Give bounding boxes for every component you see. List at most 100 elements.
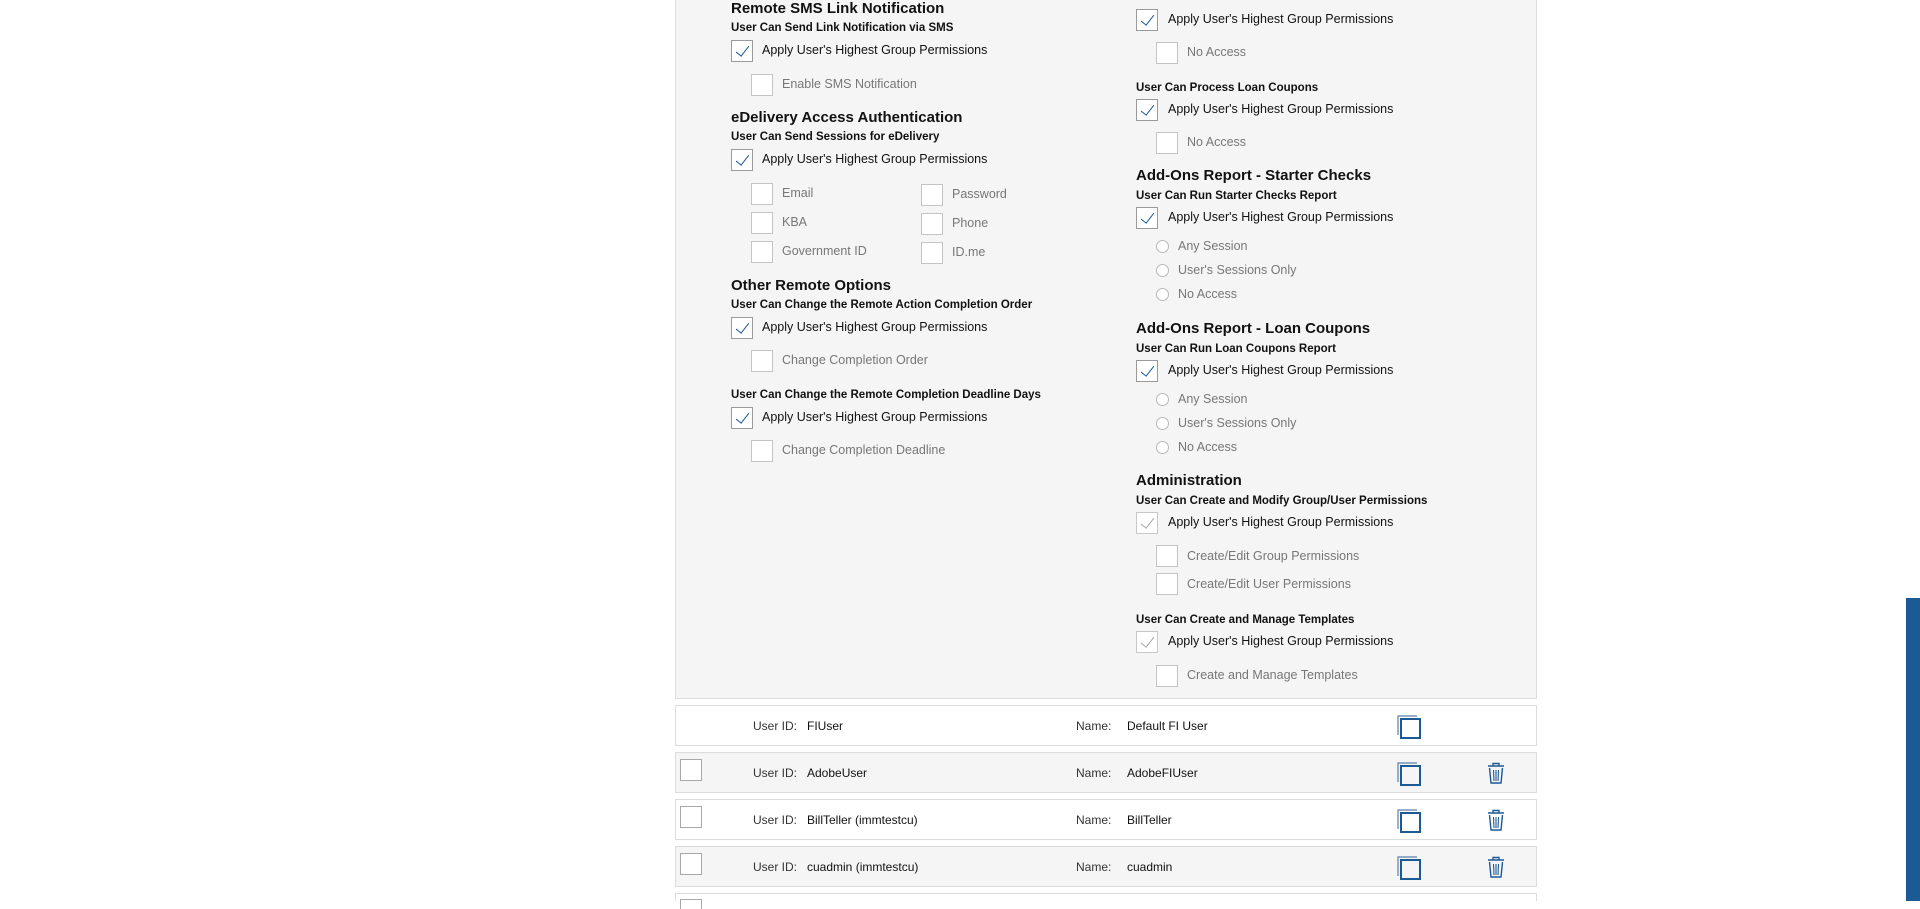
any-session-label: Any Session xyxy=(1178,392,1248,406)
name-value: Default FI User xyxy=(1127,719,1208,733)
user-id-label: User ID: xyxy=(753,813,798,827)
question-manage-templates: User Can Create and Manage Templates xyxy=(1136,614,1355,626)
users-sessions-only-label: User's Sessions Only xyxy=(1178,416,1297,430)
create-edit-group-permissions-label: Create/Edit Group Permissions xyxy=(1187,549,1360,563)
name-label: Name: xyxy=(1076,813,1112,827)
name-value: BillTeller xyxy=(1127,813,1172,827)
users-sessions-only-label: User's Sessions Only xyxy=(1178,263,1297,277)
apply-permissions-checkbox-templates[interactable] xyxy=(1136,631,1158,653)
apply-permissions-checkbox-sms[interactable] xyxy=(731,40,753,62)
starter-no-access-checkbox[interactable] xyxy=(1156,42,1178,64)
apply-permissions-checkbox-loan-report[interactable] xyxy=(1136,360,1158,382)
row-select-checkbox[interactable] xyxy=(680,853,702,875)
user-row-partial[interactable] xyxy=(675,893,1537,909)
section-title-other: Other Remote Options xyxy=(731,277,892,294)
apply-permissions-checkbox-starter[interactable] xyxy=(1136,9,1158,31)
no-access-label: No Access xyxy=(1178,440,1238,454)
user-id-value: BillTeller (immtestcu) xyxy=(807,813,918,827)
section-title-edelivery: eDelivery Access Authentication xyxy=(731,109,963,126)
apply-permissions-checkbox-loan[interactable] xyxy=(1136,99,1158,121)
apply-permissions-label: Apply User's Highest Group Permissions xyxy=(1168,363,1394,377)
name-label: Name: xyxy=(1076,719,1112,733)
apply-permissions-checkbox-admin[interactable] xyxy=(1136,512,1158,534)
apply-permissions-label: Apply User's Highest Group Permissions xyxy=(1168,102,1394,116)
row-select-checkbox[interactable] xyxy=(680,759,702,781)
change-completion-deadline-label: Change Completion Deadline xyxy=(782,443,946,457)
create-edit-group-permissions-checkbox[interactable] xyxy=(1156,545,1178,567)
question-starter-report: User Can Run Starter Checks Report xyxy=(1136,190,1337,202)
row-select-checkbox[interactable] xyxy=(680,806,702,828)
enable-sms-label: Enable SMS Notification xyxy=(782,77,917,91)
name-label: Name: xyxy=(1076,860,1112,874)
change-completion-order-checkbox[interactable] xyxy=(751,350,773,372)
apply-permissions-label: Apply User's Highest Group Permissions xyxy=(1168,210,1394,224)
name-value: cuadmin xyxy=(1127,860,1173,874)
apply-permissions-label: Apply User's Highest Group Permissions xyxy=(762,320,988,334)
password-label: Password xyxy=(952,187,1007,201)
question-loan-report: User Can Run Loan Coupons Report xyxy=(1136,343,1336,355)
question-edelivery: User Can Send Sessions for eDelivery xyxy=(731,131,940,143)
change-completion-order-label: Change Completion Order xyxy=(782,353,928,367)
government-id-checkbox[interactable] xyxy=(751,241,773,263)
trash-icon[interactable] xyxy=(1485,855,1507,879)
change-completion-deadline-checkbox[interactable] xyxy=(751,440,773,462)
loan-no-access-label: No Access xyxy=(1187,135,1247,149)
copy-icon[interactable] xyxy=(1397,762,1421,786)
any-session-label: Any Session xyxy=(1178,239,1248,253)
section-title-administration: Administration xyxy=(1136,472,1242,489)
name-value: AdobeFIUser xyxy=(1127,766,1198,780)
apply-permissions-checkbox-starter-report[interactable] xyxy=(1136,207,1158,229)
users-sessions-only-radio[interactable] xyxy=(1156,417,1169,430)
create-edit-user-permissions-checkbox[interactable] xyxy=(1156,573,1178,595)
create-manage-templates-label: Create and Manage Templates xyxy=(1187,668,1358,682)
users-sessions-only-radio[interactable] xyxy=(1156,264,1169,277)
question-loan-coupons: User Can Process Loan Coupons xyxy=(1136,82,1319,94)
scrollbar-thumb[interactable] xyxy=(1906,598,1920,901)
no-access-radio[interactable] xyxy=(1156,441,1169,454)
copy-icon[interactable] xyxy=(1397,809,1421,833)
user-row[interactable]: User ID: cuadmin (immtestcu) Name: cuadm… xyxy=(675,846,1537,887)
no-access-radio[interactable] xyxy=(1156,288,1169,301)
loan-no-access-checkbox[interactable] xyxy=(1156,132,1178,154)
government-id-label: Government ID xyxy=(782,244,867,258)
apply-permissions-checkbox-edelivery[interactable] xyxy=(731,149,753,171)
user-id-label: User ID: xyxy=(753,719,798,733)
copy-icon[interactable] xyxy=(1397,715,1421,739)
idme-checkbox[interactable] xyxy=(921,242,943,264)
email-label: Email xyxy=(782,186,814,200)
any-session-radio[interactable] xyxy=(1156,393,1169,406)
apply-permissions-label: Apply User's Highest Group Permissions xyxy=(1168,12,1394,26)
enable-sms-checkbox[interactable] xyxy=(751,74,773,96)
section-title-starter-report: Add-Ons Report - Starter Checks xyxy=(1136,167,1372,184)
copy-icon[interactable] xyxy=(1397,856,1421,880)
apply-permissions-label: Apply User's Highest Group Permissions xyxy=(762,43,988,57)
question-deadline-days: User Can Change the Remote Completion De… xyxy=(731,389,1041,401)
user-row[interactable]: User ID: FIUser Name: Default FI User xyxy=(675,705,1537,746)
any-session-radio[interactable] xyxy=(1156,240,1169,253)
no-access-label: No Access xyxy=(1178,287,1238,301)
permissions-panel xyxy=(675,0,1537,699)
user-id-label: User ID: xyxy=(753,766,798,780)
section-title-loan-report: Add-Ons Report - Loan Coupons xyxy=(1136,320,1371,337)
kba-checkbox[interactable] xyxy=(751,212,773,234)
user-id-label: User ID: xyxy=(753,860,798,874)
kba-label: KBA xyxy=(782,215,808,229)
name-label: Name: xyxy=(1076,766,1112,780)
apply-permissions-label: Apply User's Highest Group Permissions xyxy=(762,152,988,166)
apply-permissions-label: Apply User's Highest Group Permissions xyxy=(762,410,988,424)
starter-no-access-label: No Access xyxy=(1187,45,1247,59)
password-checkbox[interactable] xyxy=(921,184,943,206)
question-completion-order: User Can Change the Remote Action Comple… xyxy=(731,299,1033,311)
create-manage-templates-checkbox[interactable] xyxy=(1156,665,1178,687)
phone-checkbox[interactable] xyxy=(921,213,943,235)
apply-permissions-checkbox-deadline[interactable] xyxy=(731,407,753,429)
trash-icon[interactable] xyxy=(1485,761,1507,785)
user-row[interactable]: User ID: AdobeUser Name: AdobeFIUser xyxy=(675,752,1537,793)
phone-label: Phone xyxy=(952,216,989,230)
create-edit-user-permissions-label: Create/Edit User Permissions xyxy=(1187,577,1351,591)
apply-permissions-checkbox-order[interactable] xyxy=(731,317,753,339)
email-checkbox[interactable] xyxy=(751,183,773,205)
user-row[interactable]: User ID: BillTeller (immtestcu) Name: Bi… xyxy=(675,799,1537,840)
idme-label: ID.me xyxy=(952,245,986,259)
trash-icon[interactable] xyxy=(1485,808,1507,832)
